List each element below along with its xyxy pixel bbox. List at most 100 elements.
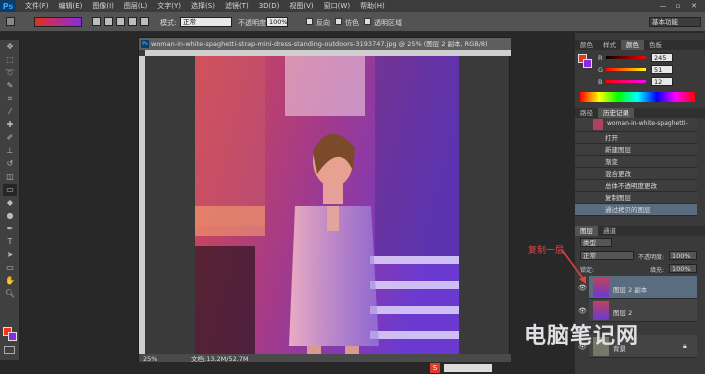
layer-thumbnail xyxy=(593,278,609,297)
move-tool-icon[interactable]: ✥ xyxy=(3,41,17,53)
r-slider[interactable] xyxy=(606,56,646,59)
menu-view[interactable]: 视图(V) xyxy=(284,0,318,12)
opacity-label: 不透明度: xyxy=(238,19,269,27)
close-icon[interactable]: ✕ xyxy=(687,0,701,12)
reverse-checkbox[interactable] xyxy=(306,18,313,25)
tab-color-active[interactable]: 颜色 xyxy=(621,40,644,50)
panel-background-swatch[interactable] xyxy=(583,59,592,68)
history-snapshot[interactable]: woman-in-white-spaghetti-strap... xyxy=(575,118,697,139)
layer-name[interactable]: 图层 2 xyxy=(613,307,632,317)
blur-tool-icon[interactable]: ◆ xyxy=(3,197,17,209)
minimize-icon[interactable]: — xyxy=(656,0,670,12)
history-label: 混合更改 xyxy=(605,170,631,178)
tab-layers[interactable]: 图层 xyxy=(575,226,598,236)
dither-label: 仿色 xyxy=(345,19,359,27)
menu-help[interactable]: 帮助(H) xyxy=(355,0,390,12)
history-item[interactable]: 新建图层 xyxy=(575,144,697,156)
healing-tool-icon[interactable]: ✚ xyxy=(3,119,17,131)
type-tool-icon[interactable]: T xyxy=(3,236,17,248)
ime-toolbar[interactable] xyxy=(444,364,492,372)
layer-row-selected[interactable]: 👁︎ 图层 2 副本 xyxy=(578,276,697,299)
history-label: 打开 xyxy=(605,134,618,142)
history-item-selected[interactable]: 通过拷贝的图层 xyxy=(575,204,697,216)
b-label: B xyxy=(598,78,603,86)
tab-paths[interactable]: 路径 xyxy=(575,108,598,118)
mode-select[interactable]: 正常 xyxy=(180,17,232,27)
crop-tool-icon[interactable]: ⌗ xyxy=(3,93,17,105)
layer-name[interactable]: 图层 2 副本 xyxy=(613,284,647,294)
history-item[interactable]: 混合更改 xyxy=(575,168,697,180)
g-slider[interactable] xyxy=(606,68,646,71)
gradient-tool-icon[interactable]: ▭ xyxy=(3,184,17,196)
opacity-input[interactable]: 100% xyxy=(266,17,288,27)
stamp-tool-icon[interactable]: ⊥ xyxy=(3,145,17,157)
history-item[interactable]: 渐变 xyxy=(575,156,697,168)
gradient-tool-icon[interactable] xyxy=(6,17,15,26)
b-slider[interactable] xyxy=(606,80,646,83)
lasso-tool-icon[interactable]: ➰ xyxy=(3,67,17,79)
color-panel-tabs: 颜色 样式 颜色 色板 xyxy=(575,40,705,50)
b-input[interactable]: 12 xyxy=(651,77,673,86)
visibility-eye-icon[interactable]: 👁︎ xyxy=(578,307,587,315)
gradient-preview[interactable] xyxy=(34,17,82,27)
document-window: Ps woman-in-white-spaghetti-strap-mini-d… xyxy=(138,37,511,365)
hand-tool-icon[interactable]: ✋ xyxy=(3,275,17,287)
fill-input[interactable]: 100% xyxy=(669,264,697,273)
zoom-tool-icon[interactable]: 🔍︎ xyxy=(3,288,17,300)
tab-swatches[interactable]: 色板 xyxy=(644,40,667,50)
transparency-label: 透明区域 xyxy=(374,19,402,27)
history-label: 渐变 xyxy=(605,158,618,166)
ps-doc-icon: Ps xyxy=(141,40,149,48)
color-spectrum-bar[interactable] xyxy=(580,92,695,102)
reflected-gradient-icon[interactable] xyxy=(128,17,137,26)
menu-edit[interactable]: 编辑(E) xyxy=(54,0,88,12)
layer-kind-filter[interactable]: 类型 xyxy=(580,238,612,247)
menu-select[interactable]: 选择(S) xyxy=(186,0,220,12)
shape-tool-icon[interactable]: ▭ xyxy=(3,262,17,274)
history-item[interactable]: 复制图层 xyxy=(575,192,697,204)
eyedropper-tool-icon[interactable]: ⁄ xyxy=(3,106,17,118)
r-input[interactable]: 245 xyxy=(651,53,673,62)
history-item[interactable]: 总体不透明度更改 xyxy=(575,180,697,192)
radial-gradient-icon[interactable] xyxy=(104,17,113,26)
menu-3d[interactable]: 3D(D) xyxy=(254,0,285,12)
linear-gradient-icon[interactable] xyxy=(92,17,101,26)
diamond-gradient-icon[interactable] xyxy=(140,17,149,26)
quick-select-tool-icon[interactable]: ✎ xyxy=(3,80,17,92)
background-color-swatch[interactable] xyxy=(8,332,17,341)
history-item[interactable]: 打开 xyxy=(575,132,697,144)
ruler-vertical[interactable] xyxy=(139,56,145,356)
tab-color[interactable]: 颜色 xyxy=(575,40,598,50)
menu-image[interactable]: 图像(I) xyxy=(87,0,119,12)
menu-type[interactable]: 文字(Y) xyxy=(152,0,186,12)
brush-tool-icon[interactable]: ✐ xyxy=(3,132,17,144)
angle-gradient-icon[interactable] xyxy=(116,17,125,26)
menu-file[interactable]: 文件(F) xyxy=(20,0,54,12)
quick-mask-icon[interactable] xyxy=(4,346,15,354)
g-input[interactable]: 51 xyxy=(651,65,673,74)
menu-layer[interactable]: 图层(L) xyxy=(119,0,152,12)
tools-panel: ✥ ⬚ ➰ ✎ ⌗ ⁄ ✚ ✐ ⊥ ↺ ◫ ▭ ◆ ● ✒ T ➤ ▭ ✋ 🔍︎ xyxy=(0,40,20,360)
lock-icon: 🔒︎ xyxy=(683,342,687,350)
dither-checkbox[interactable] xyxy=(335,18,342,25)
document-tab[interactable]: Ps woman-in-white-spaghetti-strap-mini-d… xyxy=(139,38,511,50)
tab-history[interactable]: 历史记录 xyxy=(598,108,634,118)
image-canvas[interactable] xyxy=(195,56,459,356)
transparency-checkbox[interactable] xyxy=(364,18,371,25)
menu-filter[interactable]: 滤镜(T) xyxy=(220,0,254,12)
maximize-icon[interactable]: ▫ xyxy=(671,0,685,12)
tab-channels[interactable]: 通道 xyxy=(598,226,621,236)
pen-tool-icon[interactable]: ✒ xyxy=(3,223,17,235)
history-label: 新建图层 xyxy=(605,146,631,154)
r-label: R xyxy=(598,54,603,62)
layer-opacity-input[interactable]: 100% xyxy=(669,251,697,260)
history-brush-icon[interactable]: ↺ xyxy=(3,158,17,170)
eraser-tool-icon[interactable]: ◫ xyxy=(3,171,17,183)
path-select-icon[interactable]: ➤ xyxy=(3,249,17,261)
tab-styles[interactable]: 样式 xyxy=(598,40,621,50)
menu-window[interactable]: 窗口(W) xyxy=(319,0,355,12)
workspace-select[interactable]: 基本功能 xyxy=(649,17,701,27)
ime-logo-icon[interactable]: S xyxy=(430,363,440,373)
marquee-tool-icon[interactable]: ⬚ xyxy=(3,54,17,66)
dodge-tool-icon[interactable]: ● xyxy=(3,210,17,222)
